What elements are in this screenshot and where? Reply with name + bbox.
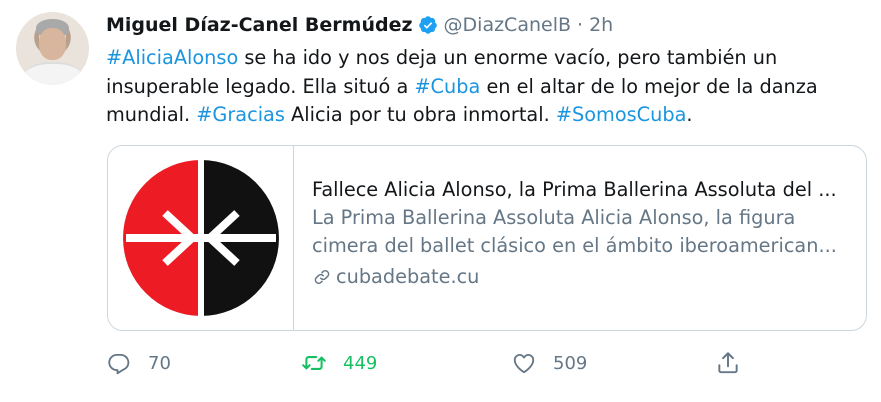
like-button[interactable]: 509 — [511, 350, 587, 376]
card-body: Fallece Alicia Alonso, la Prima Ballerin… — [294, 146, 857, 330]
text-span: . — [686, 103, 693, 126]
share-button[interactable] — [715, 350, 741, 376]
card-description-line: La Prima Ballerina Assoluta Alicia Alons… — [312, 206, 796, 229]
text-span: Alicia por tu obra inmortal. — [284, 103, 556, 126]
card-domain[interactable]: cubadebate.cu — [312, 263, 837, 291]
tweet-timestamp[interactable]: 2h — [589, 14, 613, 36]
reply-count: 70 — [148, 352, 171, 374]
text-span: en el altar de lo mejor de la danza — [480, 74, 818, 98]
tweet-text-line: insuperable legado. Ella situó a #Cuba e… — [106, 73, 866, 102]
hashtag-link[interactable]: #AliciaAlonso — [106, 46, 238, 69]
text-span: mundial. — [106, 103, 197, 126]
tweet-text-line: mundial. #Gracias Alicia por tu obra inm… — [106, 101, 866, 130]
cubadebate-logo-icon — [122, 160, 279, 316]
like-icon — [513, 353, 535, 374]
like-count: 509 — [553, 352, 588, 374]
link-preview-card[interactable]: Fallece Alicia Alonso, la Prima Ballerin… — [107, 145, 867, 331]
header-separator: · — [577, 14, 584, 36]
retweet-button[interactable]: 449 — [301, 350, 377, 376]
author-handle[interactable]: @DiazCanelB — [444, 14, 571, 36]
tweet-text: #AliciaAlonso se ha ido y nos deja un en… — [106, 44, 866, 130]
card-title[interactable]: Fallece Alicia Alonso, la Prima Ballerin… — [312, 176, 837, 204]
reply-icon — [108, 353, 130, 375]
text-span: insuperable legado. Ella situó a — [106, 74, 415, 98]
tweet-header: Miguel Díaz-Canel Bermúdez @DiazCanelB ·… — [106, 12, 613, 38]
author-name[interactable]: Miguel Díaz-Canel Bermúdez — [106, 14, 413, 36]
reply-button[interactable]: 70 — [106, 350, 171, 376]
hashtag-link[interactable]: #SomosCuba — [556, 103, 687, 126]
avatar-face — [39, 28, 66, 60]
verified-badge-icon — [418, 15, 438, 35]
retweet-count: 449 — [343, 352, 378, 374]
retweet-icon — [302, 356, 326, 370]
link-icon — [314, 270, 330, 284]
card-domain-text: cubadebate.cu — [336, 265, 480, 288]
tweet-text-line: #AliciaAlonso se ha ido y nos deja un en… — [106, 44, 866, 73]
tweet[interactable]: Miguel Díaz-Canel Bermúdez @DiazCanelB ·… — [0, 0, 881, 402]
tweet-actions: 70 449 509 — [106, 347, 756, 379]
hashtag-link[interactable]: #Gracias — [196, 103, 285, 126]
avatar[interactable] — [16, 12, 89, 85]
share-icon — [718, 352, 738, 374]
card-description-line: cimera del ballet clásico en el ámbito i… — [312, 234, 837, 257]
hashtag-link[interactable]: #Cuba — [414, 75, 480, 98]
text-span: se ha ido y nos deja un enorme vacío, pe… — [238, 46, 778, 69]
card-description: La Prima Ballerina Assoluta Alicia Alons… — [312, 204, 837, 260]
card-thumbnail[interactable] — [108, 146, 294, 330]
avatar-shirt — [24, 62, 82, 85]
